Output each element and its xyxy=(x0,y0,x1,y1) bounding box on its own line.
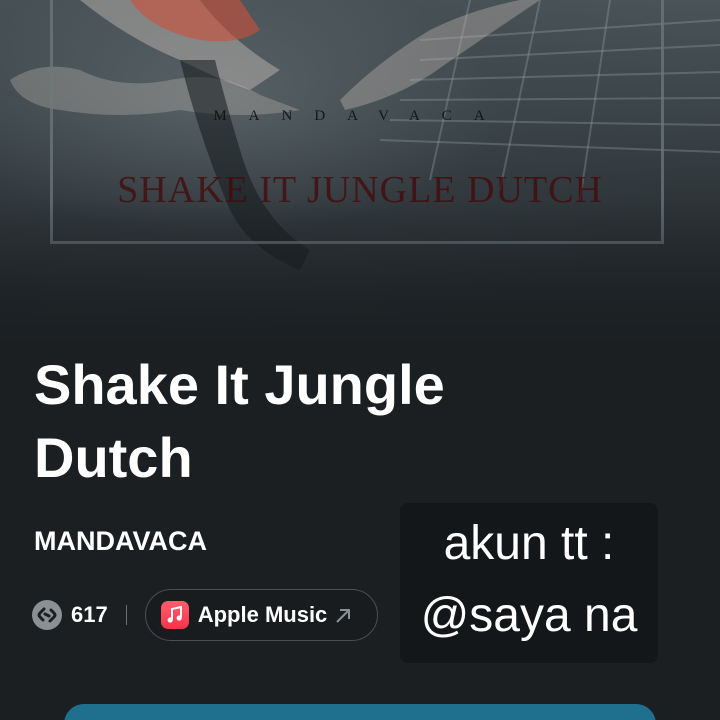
cover-fade xyxy=(0,200,720,340)
cover-artist-text: MANDAVACA xyxy=(213,108,507,124)
artist-name[interactable]: MANDAVACA xyxy=(34,526,207,557)
shazam-icon xyxy=(32,600,62,630)
apple-music-button[interactable]: Apple Music xyxy=(144,589,378,641)
album-cover: MANDAVACA SHAKE IT JUNGLE DUTCH xyxy=(0,0,720,340)
caption-line-1: akun tt : xyxy=(443,517,615,570)
external-arrow-icon xyxy=(336,609,351,623)
bottom-action-bar[interactable] xyxy=(64,704,656,720)
shazam-count: 617 xyxy=(71,602,108,627)
stats-row: 617 Apple Music xyxy=(32,589,378,641)
divider xyxy=(125,605,127,625)
apple-music-icon xyxy=(160,601,189,629)
apple-music-label: Apple Music xyxy=(197,602,328,627)
song-title: Shake It Jungle Dutch xyxy=(34,353,445,489)
caption-line-2: @saya na xyxy=(420,589,638,642)
